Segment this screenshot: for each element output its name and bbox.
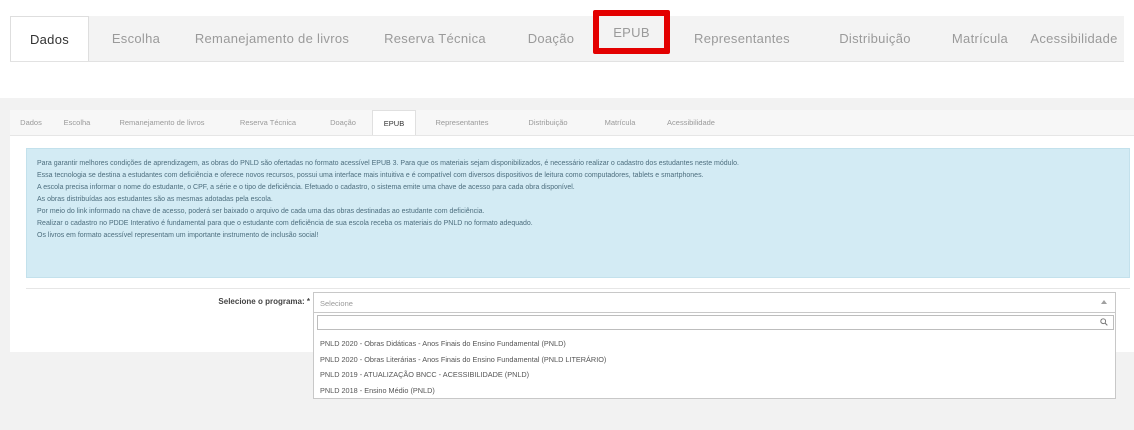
epub-info-alert: Para garantir melhores condições de apre…: [26, 148, 1130, 278]
panel-tab-distribuicao[interactable]: Distribuição: [508, 110, 588, 135]
tab-representantes[interactable]: Representantes: [670, 16, 814, 61]
panel-tab-doacao[interactable]: Doação: [314, 110, 372, 135]
program-select-placeholder: Selecione: [320, 299, 353, 308]
info-line: Essa tecnologia se destina a estudantes …: [37, 172, 704, 179]
program-dropdown: PNLD 2020 - Obras Didáticas - Anos Finai…: [313, 313, 1116, 399]
info-line: Para garantir melhores condições de apre…: [37, 160, 739, 167]
info-line: As obras distribuídas aos estudantes são…: [37, 196, 273, 203]
search-icon: [1100, 318, 1108, 326]
panel-tab-matricula[interactable]: Matrícula: [588, 110, 652, 135]
tab-matricula[interactable]: Matrícula: [936, 16, 1024, 61]
tab-distribuicao[interactable]: Distribuição: [814, 16, 936, 61]
dropdown-search-field[interactable]: [317, 315, 1114, 334]
dropdown-option[interactable]: PNLD 2018 - Ensino Médio (PNLD): [317, 383, 1112, 399]
tab-acessibilidade[interactable]: Acessibilidade: [1024, 16, 1124, 61]
program-select-label: Selecione o programa: *: [218, 297, 310, 306]
panel-tab-remanejamento-de-livros[interactable]: Remanejamento de livros: [102, 110, 222, 135]
panel-tab-bar: Dados Escolha Remanejamento de livros Re…: [10, 110, 1134, 136]
dropdown-options: PNLD 2020 - Obras Didáticas - Anos Finai…: [317, 336, 1112, 398]
tab-reserva-tecnica[interactable]: Reserva Técnica: [361, 16, 509, 61]
panel-tab-epub[interactable]: EPUB: [372, 110, 416, 135]
info-line: Por meio do link informado na chave de a…: [37, 208, 485, 215]
dropdown-option[interactable]: PNLD 2020 - Obras Literárias - Anos Fina…: [317, 352, 1112, 368]
dropdown-option[interactable]: PNLD 2020 - Obras Didáticas - Anos Finai…: [317, 336, 1112, 352]
info-line: A escola precisa informar o nome do estu…: [37, 184, 575, 191]
program-select[interactable]: Selecione: [313, 292, 1116, 313]
tab-dados[interactable]: Dados: [10, 16, 89, 61]
info-line: Realizar o cadastro no PDDE Interativo é…: [37, 220, 533, 227]
tab-epub-highlighted[interactable]: EPUB: [593, 10, 670, 54]
dropdown-option[interactable]: PNLD 2019 - ATUALIZAÇÃO BNCC - ACESSIBIL…: [317, 367, 1112, 383]
zoomed-tab-band: Dados Escolha Remanejamento de livros Re…: [0, 0, 1134, 98]
panel-tab-reserva-tecnica[interactable]: Reserva Técnica: [222, 110, 314, 135]
chevron-up-icon: [1101, 300, 1107, 304]
tab-remanejamento-de-livros[interactable]: Remanejamento de livros: [183, 16, 361, 61]
panel-tab-dados[interactable]: Dados: [10, 110, 52, 135]
panel-tab-representantes[interactable]: Representantes: [416, 110, 508, 135]
panel-tab-acessibilidade[interactable]: Acessibilidade: [652, 110, 730, 135]
dropdown-search-input[interactable]: [318, 321, 1088, 334]
tab-doacao[interactable]: Doação: [509, 16, 593, 61]
zoomed-tab-bar: Dados Escolha Remanejamento de livros Re…: [10, 10, 1124, 62]
panel-tab-escolha[interactable]: Escolha: [52, 110, 102, 135]
info-line: Os livros em formato acessível represent…: [37, 232, 319, 239]
tab-escolha[interactable]: Escolha: [89, 16, 183, 61]
section-divider: [26, 288, 1130, 289]
